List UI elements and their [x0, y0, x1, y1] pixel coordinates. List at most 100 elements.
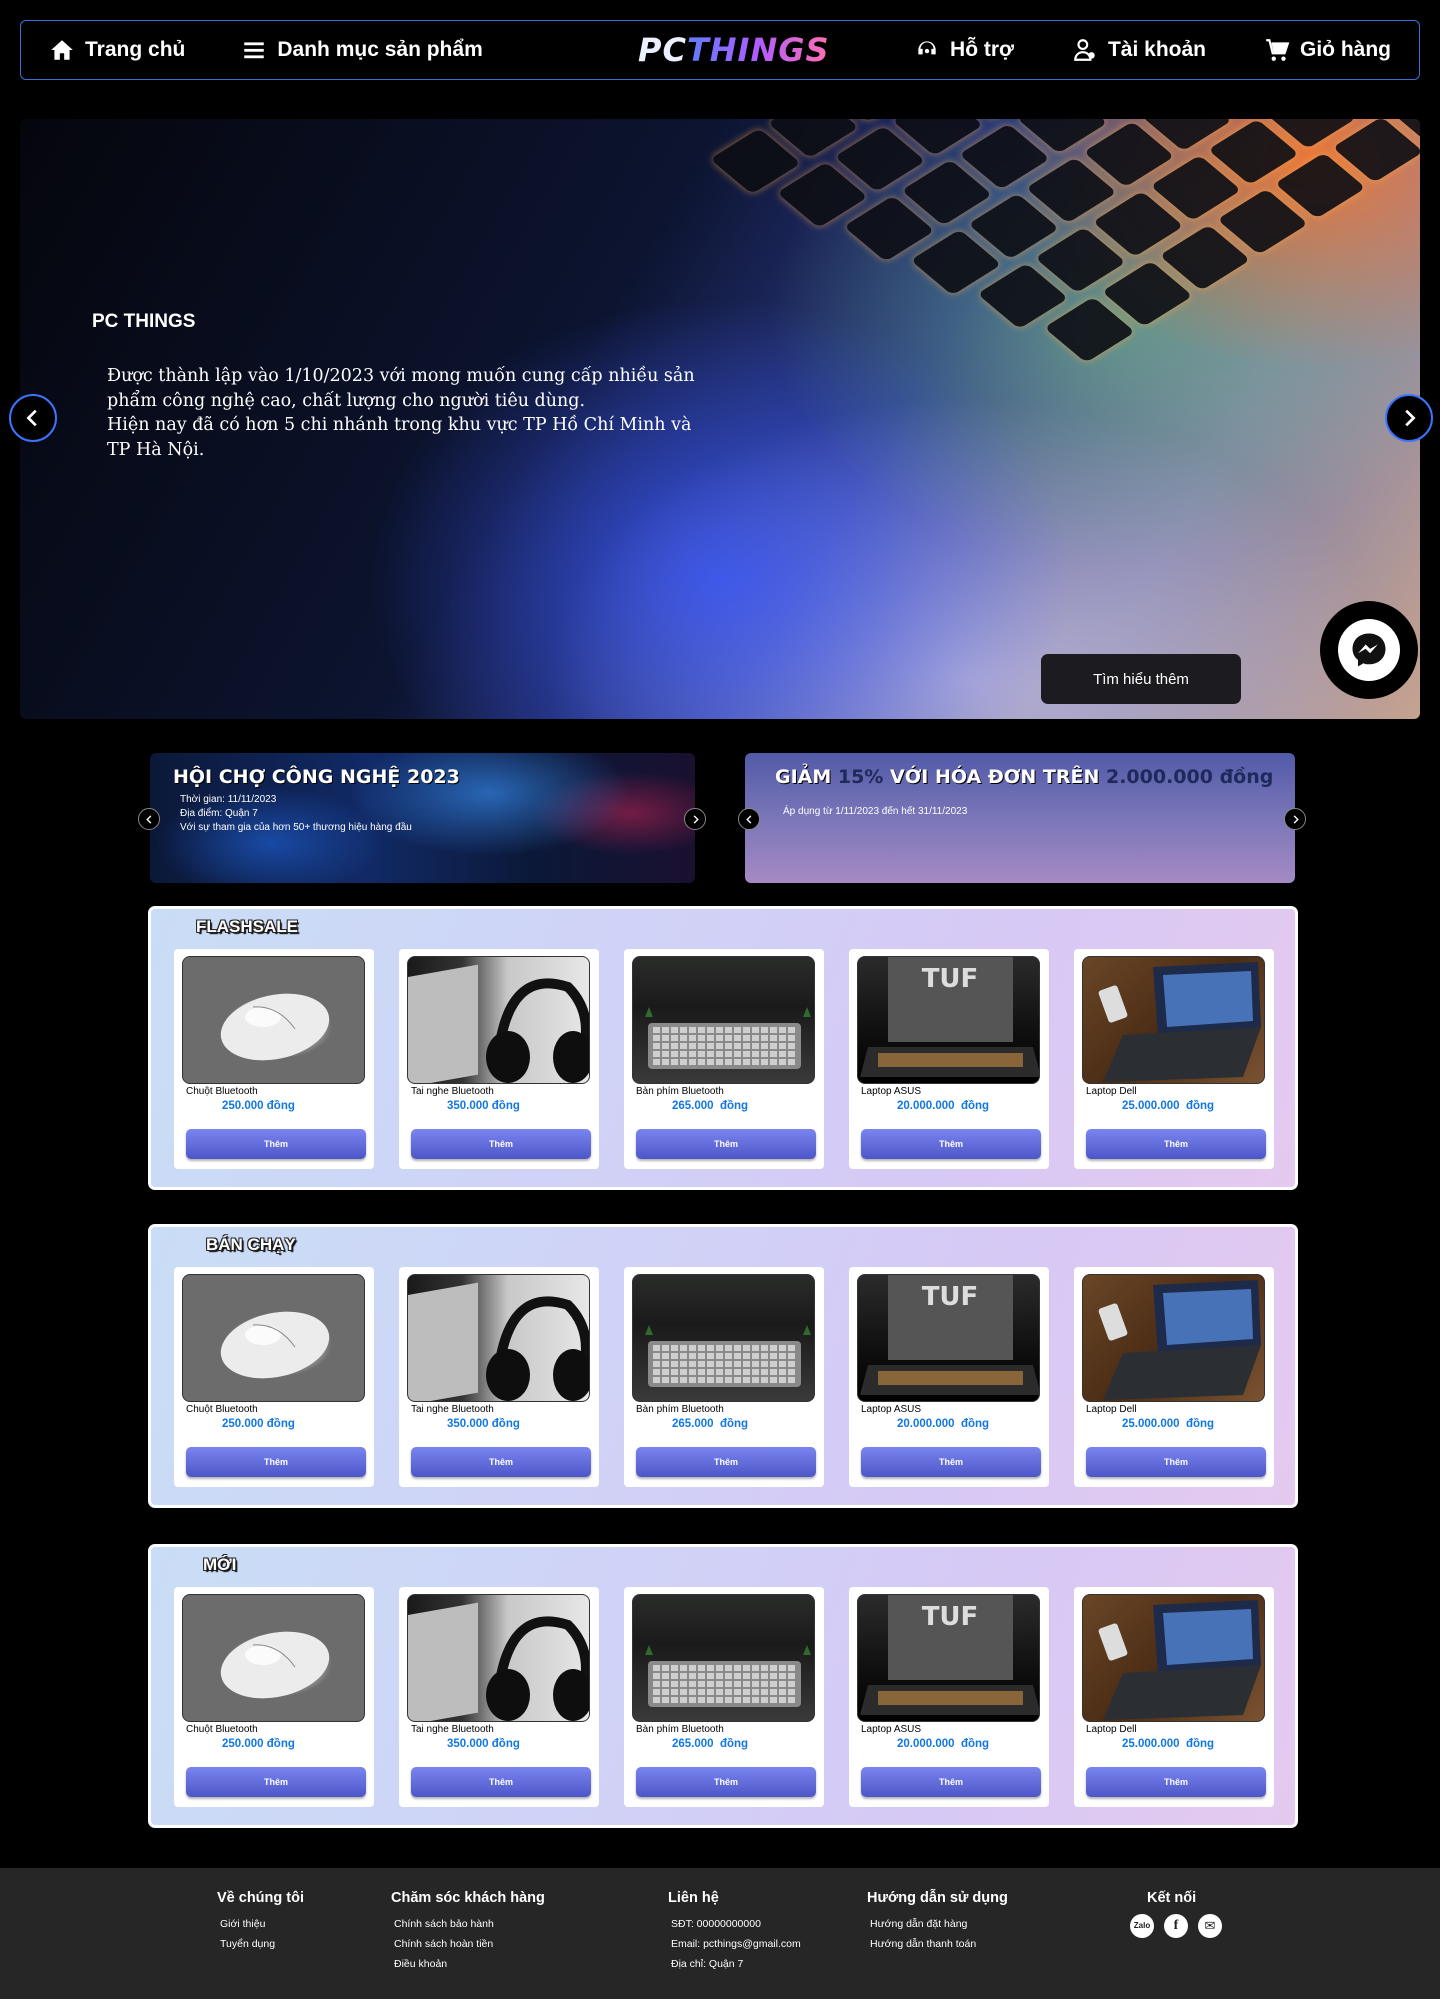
promo-discount-amount: 2.000.000 [1105, 766, 1213, 788]
section-title: BÁN CHẠY [206, 1235, 296, 1254]
product-name: Tai nghe Bluetooth [411, 1404, 494, 1415]
add-to-cart-button[interactable]: Thêm [636, 1767, 816, 1797]
footer-guide: Hướng dẫn sử dụng Hướng dẫn đặt hàng Hướ… [867, 1890, 1008, 1954]
promo-tech-fair[interactable]: HỘI CHỢ CÔNG NGHỆ 2023 Thời gian: 11/11/… [150, 753, 695, 883]
nav-home[interactable]: Trang chủ [49, 37, 185, 63]
add-to-cart-button[interactable]: Thêm [861, 1129, 1041, 1159]
promo2-next-button[interactable] [1284, 808, 1306, 830]
product-card[interactable]: Chuột Bluetooth 250.000 đồng Thêm [174, 1587, 374, 1807]
footer-link-payment-guide[interactable]: Hướng dẫn thanh toán [867, 1934, 1008, 1954]
product-image[interactable]: TUF [857, 1274, 1040, 1402]
product-card[interactable]: TUF Laptop ASUS 20.000.000 đồng Thêm [849, 949, 1049, 1169]
product-card[interactable]: Laptop Dell 25.000.000 đồng Thêm [1074, 1267, 1274, 1487]
support-icon [918, 41, 936, 55]
add-to-cart-button[interactable]: Thêm [411, 1129, 591, 1159]
promo-discount[interactable]: GIẢM 15% VỚI HÓA ĐƠN TRÊN 2.000.000 đồng… [745, 753, 1295, 883]
promo-discount-desc: Áp dụng từ 1/11/2023 đến hết 31/11/2023 [783, 806, 968, 817]
hero-keyboard-image [710, 119, 1420, 510]
nav-categories[interactable]: Danh mục sản phẩm [241, 37, 483, 63]
product-image[interactable] [407, 956, 590, 1084]
product-card[interactable]: Chuột Bluetooth 250.000 đồng Thêm [174, 949, 374, 1169]
product-card[interactable]: Tai nghe Bluetooth 350.000 đồng Thêm [399, 1267, 599, 1487]
product-card[interactable]: Bàn phím Bluetooth 265.000 đồng Thêm [624, 949, 824, 1169]
hero-next-button[interactable] [1385, 394, 1433, 442]
promo1-next-button[interactable] [684, 808, 706, 830]
top-navbar: Trang chủ Danh mục sản phẩm PCTHINGS Hỗ … [20, 20, 1420, 80]
footer-link-terms[interactable]: Điều khoản [391, 1954, 545, 1974]
add-to-cart-button[interactable]: Thêm [636, 1129, 816, 1159]
add-to-cart-button[interactable]: Thêm [636, 1447, 816, 1477]
section-flashsale: FLASHSALE Chuột Bluetooth 250.000 đồng Thêm… [148, 906, 1298, 1190]
footer-link-intro[interactable]: Giới thiệu [217, 1914, 304, 1934]
footer-contact-title: Liên hệ [668, 1890, 719, 1906]
product-price: 250.000 đồng [222, 1100, 295, 1112]
product-card[interactable]: TUF Laptop ASUS 20.000.000 đồng Thêm [849, 1267, 1049, 1487]
footer-phone: SĐT: 00000000000 [671, 1918, 761, 1930]
footer-link-warranty[interactable]: Chính sách bảo hành [391, 1914, 545, 1934]
promo-discount-title-a: GIẢM [775, 766, 838, 788]
mail-icon[interactable]: ✉ [1198, 1914, 1222, 1938]
add-to-cart-button[interactable]: Thêm [861, 1447, 1041, 1477]
footer-link-careers[interactable]: Tuyển dụng [217, 1934, 304, 1954]
product-image[interactable] [407, 1274, 590, 1402]
product-image[interactable] [182, 1274, 365, 1402]
site-logo[interactable]: PCTHINGS [638, 31, 830, 69]
promo2-prev-button[interactable] [738, 808, 760, 830]
product-name: Laptop ASUS [861, 1404, 922, 1415]
promo1-prev-button[interactable] [138, 808, 160, 830]
facebook-icon[interactable]: f [1164, 1914, 1188, 1938]
product-image[interactable] [632, 956, 815, 1084]
zalo-icon[interactable]: Zalo [1130, 1914, 1154, 1938]
hero-prev-button[interactable] [9, 394, 57, 442]
add-to-cart-button[interactable]: Thêm [186, 1767, 366, 1797]
nav-categories-label: Danh mục sản phẩm [277, 38, 483, 61]
product-image[interactable] [1082, 1594, 1265, 1722]
product-name: Tai nghe Bluetooth [411, 1086, 494, 1097]
add-to-cart-button[interactable]: Thêm [411, 1767, 591, 1797]
footer-care-title: Chăm sóc khách hàng [391, 1890, 545, 1906]
add-to-cart-button[interactable]: Thêm [411, 1447, 591, 1477]
product-price: 25.000.000 đồng [1122, 1418, 1215, 1430]
product-image[interactable] [1082, 956, 1265, 1084]
nav-cart[interactable]: Giỏ hàng [1264, 37, 1391, 63]
add-to-cart-button[interactable]: Thêm [1086, 1447, 1266, 1477]
promo-tech-fair-desc: Với sự tham gia của hơn 50+ thương hiệu … [180, 822, 412, 833]
learn-more-button[interactable]: Tìm hiểu thêm [1041, 654, 1241, 704]
section-new: MỚI Chuột Bluetooth 250.000 đồng Thêm Tai ng… [148, 1544, 1298, 1828]
footer-link-refund[interactable]: Chính sách hoàn tiền [391, 1934, 545, 1954]
menu-icon [244, 42, 265, 59]
product-card[interactable]: Bàn phím Bluetooth 265.000 đồng Thêm [624, 1267, 824, 1487]
add-to-cart-button[interactable]: Thêm [186, 1129, 366, 1159]
footer-guide-title: Hướng dẫn sử dụng [867, 1890, 1008, 1906]
add-to-cart-button[interactable]: Thêm [186, 1447, 366, 1477]
product-image[interactable]: TUF [857, 956, 1040, 1084]
promo-discount-percent: 15% [837, 766, 884, 788]
messenger-button[interactable] [1320, 601, 1418, 699]
product-price: 20.000.000 đồng [897, 1100, 990, 1112]
product-image[interactable] [632, 1594, 815, 1722]
product-price: 20.000.000 đồng [897, 1738, 990, 1750]
product-name: Laptop ASUS [861, 1724, 922, 1735]
product-image[interactable] [407, 1594, 590, 1722]
add-to-cart-button[interactable]: Thêm [1086, 1767, 1266, 1797]
product-card[interactable]: Tai nghe Bluetooth 350.000 đồng Thêm [399, 949, 599, 1169]
footer-link-order-guide[interactable]: Hướng dẫn đặt hàng [867, 1914, 1008, 1934]
footer-email[interactable]: Email: pcthings@gmail.com [668, 1934, 801, 1954]
product-card[interactable]: Tai nghe Bluetooth 350.000 đồng Thêm [399, 1587, 599, 1807]
product-image[interactable]: TUF [857, 1594, 1040, 1722]
social-links: Zalo f ✉ [1127, 1914, 1222, 1938]
product-image[interactable] [1082, 1274, 1265, 1402]
nav-account[interactable]: Tài khoản [1072, 37, 1206, 63]
product-card[interactable]: Bàn phím Bluetooth 265.000 đồng Thêm [624, 1587, 824, 1807]
add-to-cart-button[interactable]: Thêm [1086, 1129, 1266, 1159]
product-image[interactable] [632, 1274, 815, 1402]
product-card[interactable]: Laptop Dell 25.000.000 đồng Thêm [1074, 949, 1274, 1169]
product-card[interactable]: Chuột Bluetooth 250.000 đồng Thêm [174, 1267, 374, 1487]
footer: Về chúng tôi Giới thiệu Tuyển dụng Chăm … [0, 1868, 1440, 1999]
product-image[interactable] [182, 956, 365, 1084]
nav-support[interactable]: Hỗ trợ [914, 37, 1014, 63]
product-card[interactable]: TUF Laptop ASUS 20.000.000 đồng Thêm [849, 1587, 1049, 1807]
product-card[interactable]: Laptop Dell 25.000.000 đồng Thêm [1074, 1587, 1274, 1807]
add-to-cart-button[interactable]: Thêm [861, 1767, 1041, 1797]
product-image[interactable] [182, 1594, 365, 1722]
